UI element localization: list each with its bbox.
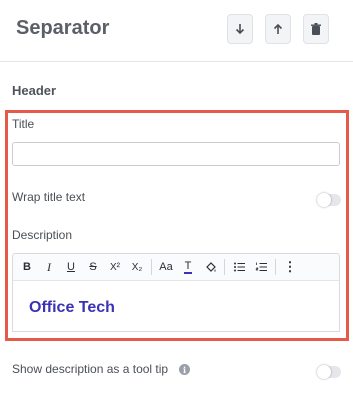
description-editor[interactable]: Office Tech <box>12 280 340 332</box>
rich-text-toolbar: B I U S X² X₂ Aa T ⋮ <box>12 253 340 280</box>
tooltip-label: Show description as a tool tip <box>12 362 169 376</box>
italic-button[interactable]: I <box>38 254 60 281</box>
text-color-button[interactable]: T <box>177 254 199 281</box>
numbered-list-icon <box>255 262 267 271</box>
panel-title: Separator <box>16 17 110 39</box>
title-input[interactable] <box>12 142 340 166</box>
info-icon: i <box>179 364 190 375</box>
tooltip-toggle[interactable] <box>317 365 341 379</box>
description-text: Office Tech <box>29 299 115 316</box>
more-options-button[interactable]: ⋮ <box>279 254 301 281</box>
section-title: Header <box>12 83 57 98</box>
wrap-title-label: Wrap title text <box>12 190 86 204</box>
move-down-button[interactable] <box>227 14 253 44</box>
font-size-button[interactable]: Aa <box>155 254 177 281</box>
highlight-button[interactable] <box>199 254 221 281</box>
underline-button[interactable]: U <box>60 254 82 281</box>
toolbar-divider <box>224 259 225 275</box>
delete-button[interactable] <box>303 14 329 44</box>
trash-icon <box>311 23 321 35</box>
strikethrough-button[interactable]: S <box>82 254 104 281</box>
bold-button[interactable]: B <box>16 254 38 281</box>
text-color-label: T <box>183 260 193 274</box>
superscript-button[interactable]: X² <box>104 254 126 281</box>
arrow-up-icon <box>273 23 283 34</box>
toolbar-divider <box>275 259 276 275</box>
toggle-knob <box>317 193 331 207</box>
panel-header: Separator <box>0 0 353 62</box>
arrow-down-icon <box>235 24 245 35</box>
toolbar-divider <box>151 259 152 275</box>
title-label: Title <box>12 117 35 131</box>
numbered-list-button[interactable] <box>250 254 272 281</box>
move-up-button[interactable] <box>265 14 291 44</box>
paint-bucket-icon <box>205 261 216 272</box>
description-label: Description <box>12 228 73 242</box>
subscript-button[interactable]: X₂ <box>126 254 148 281</box>
toggle-knob <box>317 365 331 379</box>
wrap-title-toggle[interactable] <box>317 193 341 207</box>
bullet-list-icon <box>233 262 245 272</box>
bullet-list-button[interactable] <box>228 254 250 281</box>
